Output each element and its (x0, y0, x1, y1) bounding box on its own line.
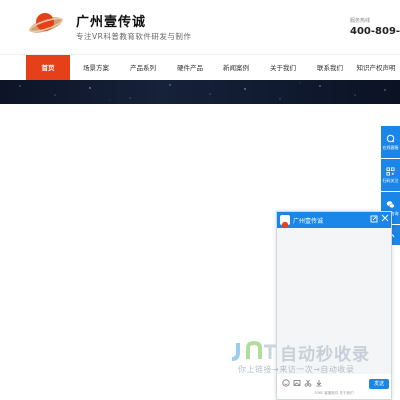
chat-footer: 53KF 客服软件 关于我们 (314, 391, 354, 395)
image-icon (293, 380, 301, 386)
nav-item-contact[interactable]: 联系我们 (308, 55, 352, 81)
wechat-icon (386, 200, 395, 208)
close-icon (381, 214, 389, 222)
expand-icon (370, 215, 378, 223)
chat-send-button[interactable]: 发送 (369, 379, 389, 389)
nav-item-products[interactable]: 产品系列 (121, 55, 165, 81)
sidebar-label: 扫码关注 (382, 177, 399, 183)
starfield-decoration (19, 82, 386, 101)
nav-item-about[interactable]: 关于我们 (261, 55, 305, 81)
emoji-icon (282, 379, 290, 387)
chat-image-button[interactable] (293, 379, 301, 387)
watermark-overlay: 自动秒收录 你上链接→来访一次→自动收录 (230, 340, 390, 380)
download-icon (316, 380, 322, 387)
nav-item-news[interactable]: 新闻案例 (214, 55, 258, 81)
nav-item-home[interactable]: 首页 (26, 55, 70, 81)
nav-item-ip-notice[interactable]: 知识产权声明 (352, 55, 400, 81)
chat-expand-button[interactable] (370, 215, 378, 224)
watermark-logo-icon (231, 340, 276, 361)
sidebar-qr-follow[interactable]: 扫码关注 (381, 159, 400, 191)
company-logo[interactable] (28, 8, 64, 38)
brand-slogan: 专注VR科普教育软件研发与制作 (76, 32, 192, 41)
scissors-icon (304, 379, 312, 387)
sidebar-label: 在线客服 (382, 144, 399, 150)
nav-item-scenes[interactable]: 场景方案 (74, 55, 118, 81)
chat-header: 广州壹传诚 (277, 212, 391, 229)
hotline-label: 服务热线 (350, 18, 371, 24)
brand-name: 广州壹传诚 (76, 15, 147, 30)
qr-code-icon (386, 166, 395, 176)
page: 广州壹传诚 专注VR科普教育软件研发与制作 服务热线 400-809-1236 … (0, 0, 400, 400)
nav-item-hardware[interactable]: 硬件产品 (168, 55, 212, 81)
sidebar-online-service[interactable]: 在线客服 (381, 126, 400, 158)
chat-title: 广州壹传诚 (293, 218, 324, 225)
chat-download-button[interactable] (315, 379, 323, 387)
chat-screenshot-button[interactable] (304, 379, 312, 387)
watermark-subtitle: 你上链接→来访一次→自动收录 (238, 365, 355, 374)
hotline-number: 400-809-1236 (350, 26, 400, 37)
main-nav: 首页 场景方案 产品系列 硬件产品 新闻案例 关于我们 联系我们 知识产权声明 (0, 54, 400, 81)
watermark-title: 自动秒收录 (280, 345, 370, 365)
chat-bubble-icon (386, 134, 395, 143)
chat-emoji-button[interactable] (282, 379, 290, 387)
chat-avatar (280, 215, 290, 229)
site-header: 广州壹传诚 专注VR科普教育软件研发与制作 服务热线 400-809-1236 (0, 0, 400, 52)
chat-close-button[interactable] (381, 214, 389, 224)
hero-banner (0, 80, 400, 104)
